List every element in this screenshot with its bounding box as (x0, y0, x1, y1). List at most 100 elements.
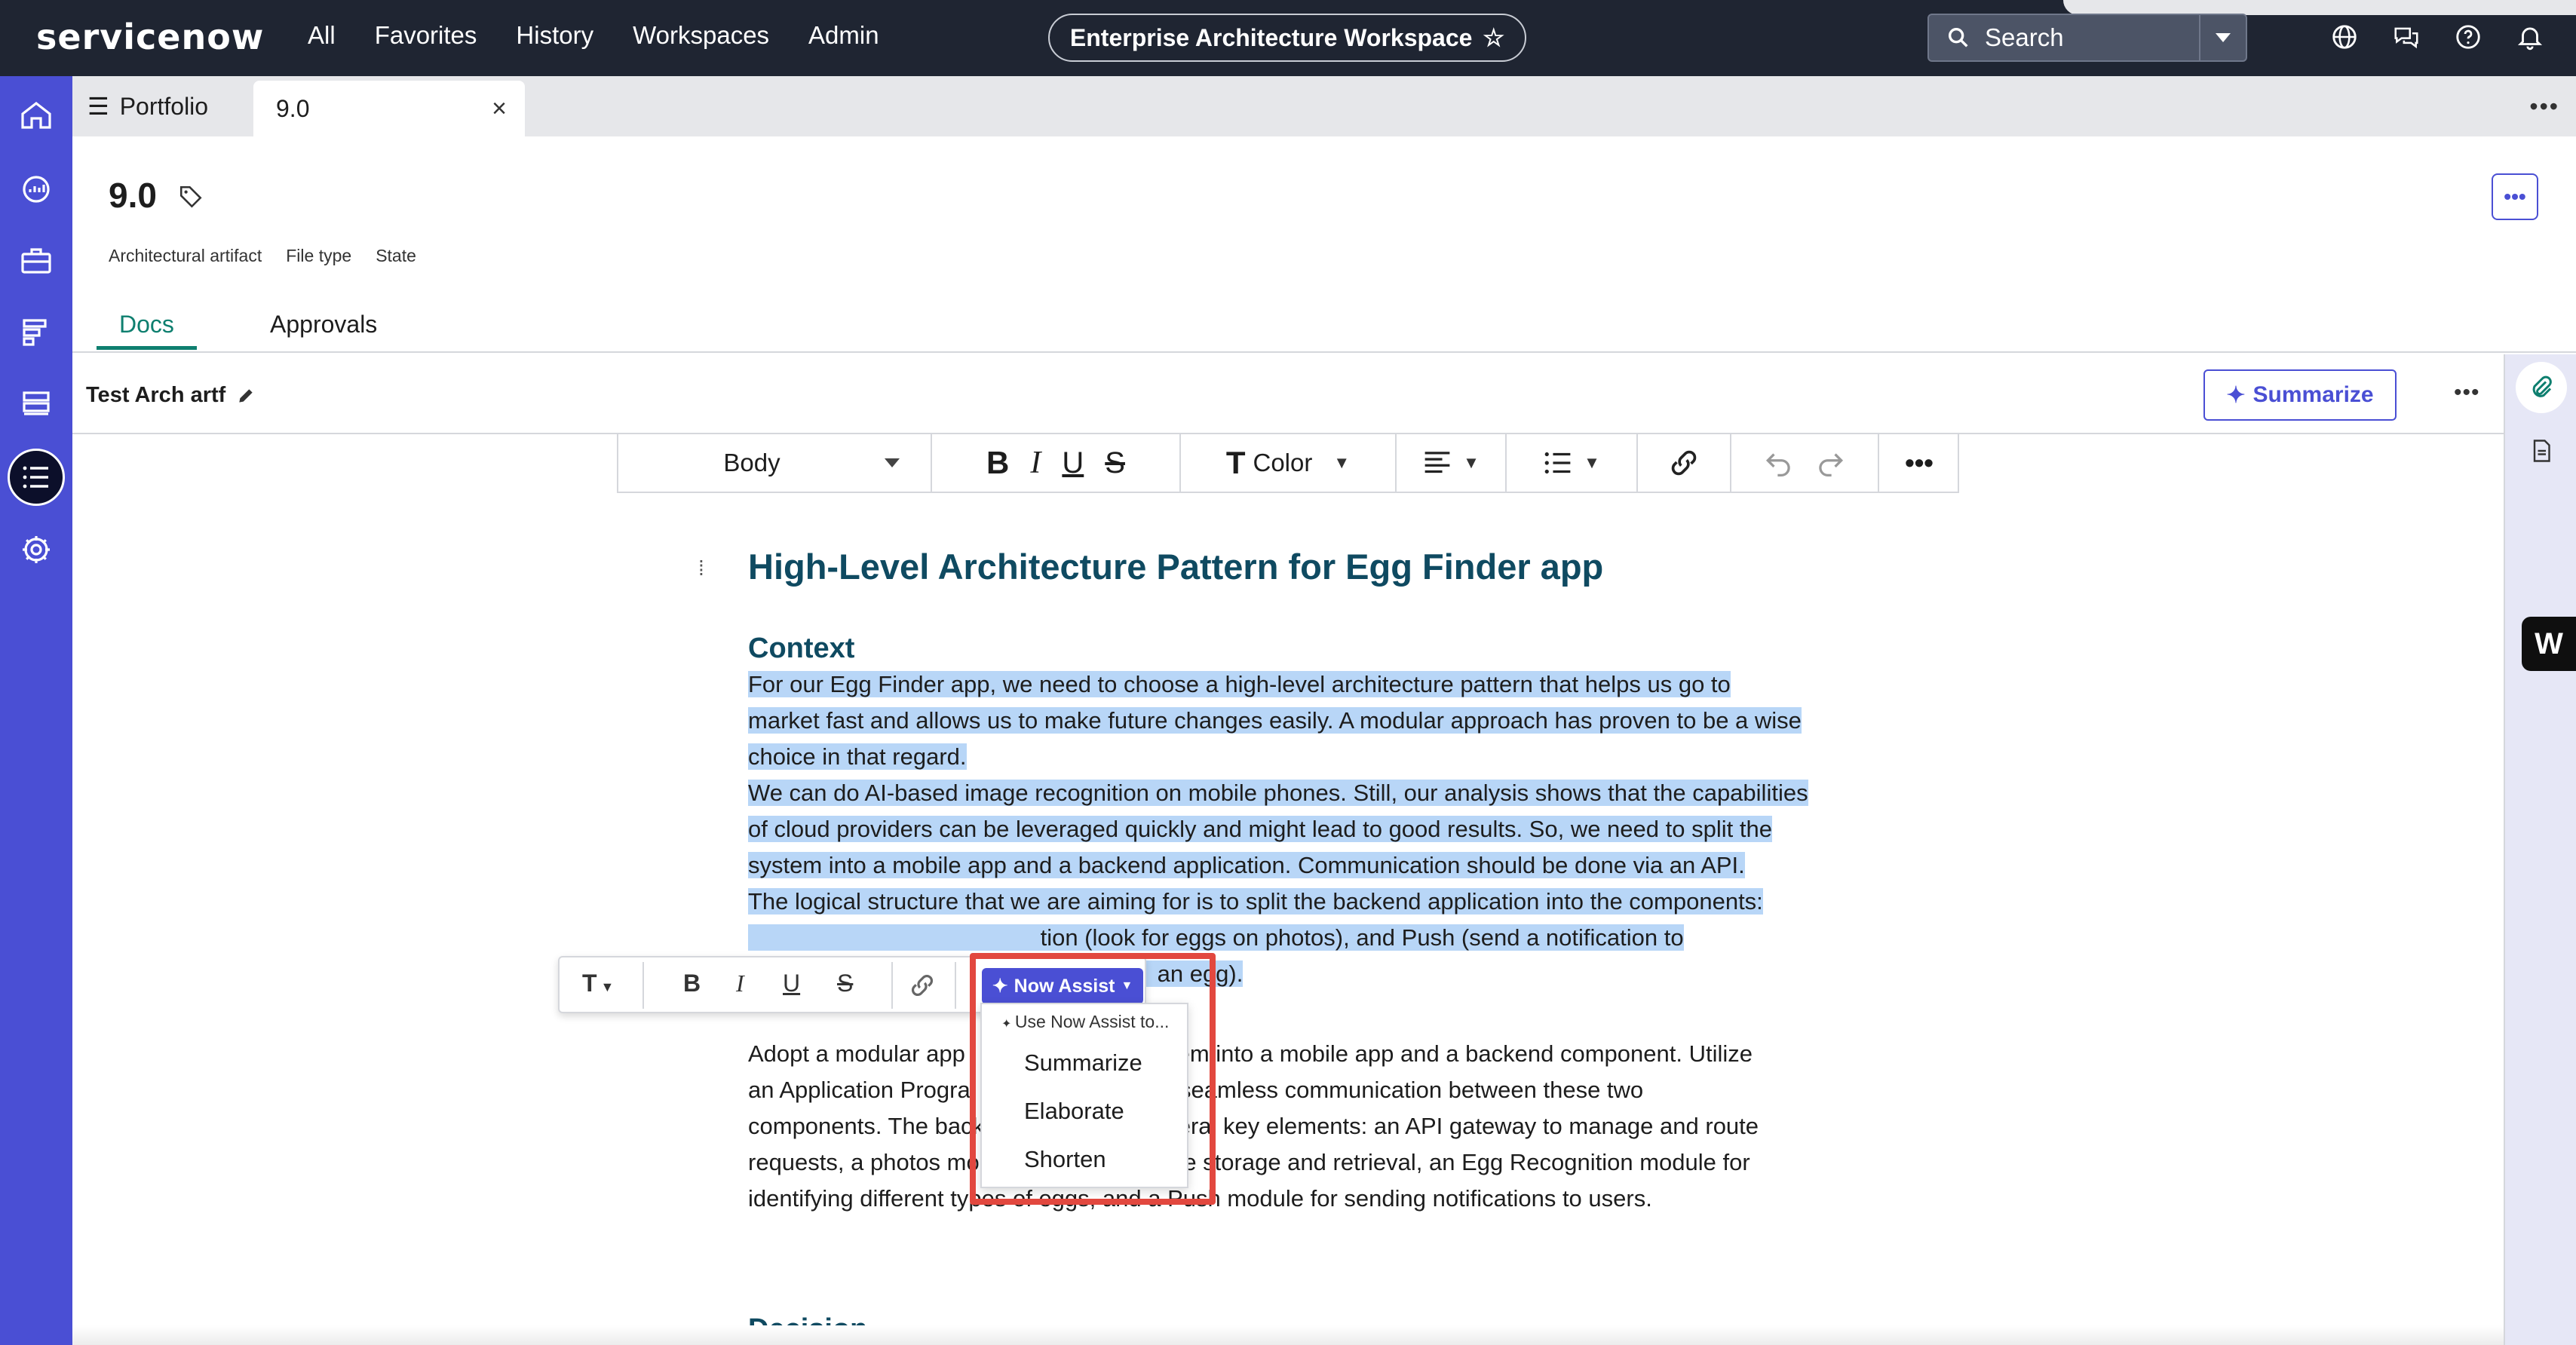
text-line: of cloud providers can be leveraged quic… (748, 816, 1772, 842)
close-icon[interactable]: × (492, 94, 507, 124)
tab-portfolio[interactable]: ☰ Portfolio (87, 76, 208, 136)
summarize-button[interactable]: ✦ Summarize (2203, 369, 2397, 421)
bold-button[interactable]: B (986, 445, 1009, 481)
attachment-icon[interactable] (2516, 362, 2567, 413)
editor-toolbar: Body B I U S T Color ▼ ▼ ▼ ••• (617, 434, 1959, 493)
style-dropdown[interactable]: Body (618, 434, 932, 492)
summarize-label: Summarize (2252, 382, 2374, 407)
text-line: tion (look for eggs on photos), and Push… (748, 924, 1684, 951)
doc-tabs: Docs Approvals (72, 302, 2576, 353)
doc-more-icon[interactable]: ••• (2454, 380, 2480, 406)
meta-state: State (376, 246, 416, 265)
dashboard-icon[interactable] (15, 167, 57, 209)
bullet-list-icon (1544, 452, 1571, 474)
corner-tab (2063, 0, 2576, 15)
tab-approvals[interactable]: Approvals (270, 311, 377, 339)
workspace-pill[interactable]: Enterprise Architecture Workspace ☆ (1048, 14, 1526, 62)
pencil-icon[interactable] (236, 386, 256, 406)
redo-icon[interactable] (1815, 449, 1845, 476)
align-dropdown[interactable]: ▼ (1397, 434, 1507, 492)
drag-handle-icon[interactable]: ⁞ (698, 556, 704, 581)
text-line: choice in that regard. (748, 743, 967, 770)
roadmap-icon[interactable] (15, 311, 57, 354)
color-label: Color (1253, 449, 1313, 476)
chevron-down-icon: ▼ (1463, 453, 1480, 472)
text-line: market fast and allows us to make future… (748, 707, 1802, 734)
search-input[interactable]: Search (1927, 14, 2247, 62)
list-dropdown[interactable]: ▼ (1507, 434, 1638, 492)
strikethrough-button[interactable]: S (1105, 446, 1125, 480)
logo-text: servicenow (36, 17, 265, 57)
w-badge-icon[interactable]: W (2522, 617, 2576, 671)
record-more-button[interactable]: ••• (2492, 173, 2538, 220)
text-line: components. The back veral key elements:… (748, 1113, 1759, 1139)
text-color-icon: T (1225, 445, 1246, 480)
tab-record-label: 9.0 (276, 94, 310, 122)
color-dropdown[interactable]: T Color ▼ (1181, 434, 1397, 492)
text-line: For our Egg Finder app, we need to choos… (748, 671, 1731, 697)
nav-all[interactable]: All (308, 21, 336, 50)
menu-icon: ☰ (87, 93, 109, 120)
style-label: Body (723, 449, 780, 476)
toolbar-more-icon[interactable]: ••• (1879, 434, 1959, 492)
inline-link-icon[interactable] (908, 971, 937, 1000)
document-content[interactable]: High-Level Architecture Pattern for Egg … (748, 543, 1834, 1217)
align-left-icon (1424, 452, 1450, 473)
briefcase-icon[interactable] (15, 239, 57, 281)
italic-button[interactable]: I (1030, 445, 1041, 481)
bell-icon[interactable] (2516, 23, 2544, 51)
tab-portfolio-label: Portfolio (119, 92, 209, 120)
top-navigation: servicenow All Favorites History Workspa… (0, 0, 2576, 76)
bottom-shade (72, 1325, 2504, 1345)
workspace-tabs-bar: ☰ Portfolio 9.0 × ••• (72, 76, 2576, 136)
underline-button[interactable]: U (1062, 446, 1084, 480)
text-line: The logical structure that we are aiming… (748, 888, 1763, 915)
divider (955, 962, 956, 1009)
settings-icon[interactable] (15, 529, 57, 571)
database-icon[interactable] (15, 384, 57, 426)
nav-favorites[interactable]: Favorites (375, 21, 477, 50)
globe-icon[interactable] (2330, 23, 2359, 51)
link-button[interactable] (1638, 434, 1731, 492)
chevron-down-icon: ▼ (1584, 453, 1600, 472)
highlight-box (970, 953, 1216, 1205)
workspace-title: Enterprise Architecture Workspace (1069, 23, 1473, 51)
divider (891, 962, 893, 1009)
nav-history[interactable]: History (516, 21, 593, 50)
inline-underline-button[interactable]: U (783, 970, 800, 997)
text-line: an Application Progra or seamless commun… (748, 1077, 1644, 1103)
search-icon (1948, 27, 1968, 47)
home-icon[interactable] (15, 94, 57, 136)
inline-bold-button[interactable]: B (683, 970, 701, 997)
tab-docs[interactable]: Docs (97, 311, 197, 350)
tag-icon[interactable] (178, 184, 204, 210)
text-style-dropdown[interactable]: T ▼ (582, 970, 614, 997)
star-icon[interactable]: ☆ (1483, 23, 1504, 52)
list-icon[interactable] (8, 449, 65, 506)
search-scope-dropdown[interactable] (2199, 15, 2246, 60)
paragraph-selected: For our Egg Finder app, we need to choos… (748, 666, 1834, 992)
paragraph-decision-text: Adopt a modular app ystem into a mobile … (748, 1036, 1834, 1217)
nav-admin[interactable]: Admin (808, 21, 879, 50)
chevron-down-icon: ▼ (1333, 453, 1351, 472)
document-heading: High-Level Architecture Pattern for Egg … (748, 547, 1604, 587)
chat-icon[interactable] (2392, 23, 2421, 51)
chevron-down-icon (885, 458, 900, 467)
nav-workspaces[interactable]: Workspaces (633, 21, 769, 50)
inline-strike-button[interactable]: S (837, 970, 853, 997)
document-name: Test Arch artf (86, 383, 256, 408)
text-line: system into a mobile app and a backend a… (748, 852, 1745, 878)
undo-icon[interactable] (1764, 449, 1794, 476)
nav-icons (2330, 23, 2544, 51)
servicenow-logo[interactable]: servicenow (36, 17, 264, 57)
record-title: 9.0 (109, 176, 157, 215)
more-icon[interactable]: ••• (2529, 93, 2559, 121)
history-group (1731, 434, 1879, 492)
tab-record[interactable]: 9.0 × (253, 81, 525, 136)
inline-italic-button[interactable]: I (736, 970, 744, 997)
search-label: Search (1985, 23, 2064, 51)
link-icon (1671, 450, 1697, 476)
document-icon[interactable] (2528, 437, 2555, 464)
help-icon[interactable] (2454, 23, 2482, 51)
text-line: Adopt a modular app ystem into a mobile … (748, 1040, 1753, 1067)
